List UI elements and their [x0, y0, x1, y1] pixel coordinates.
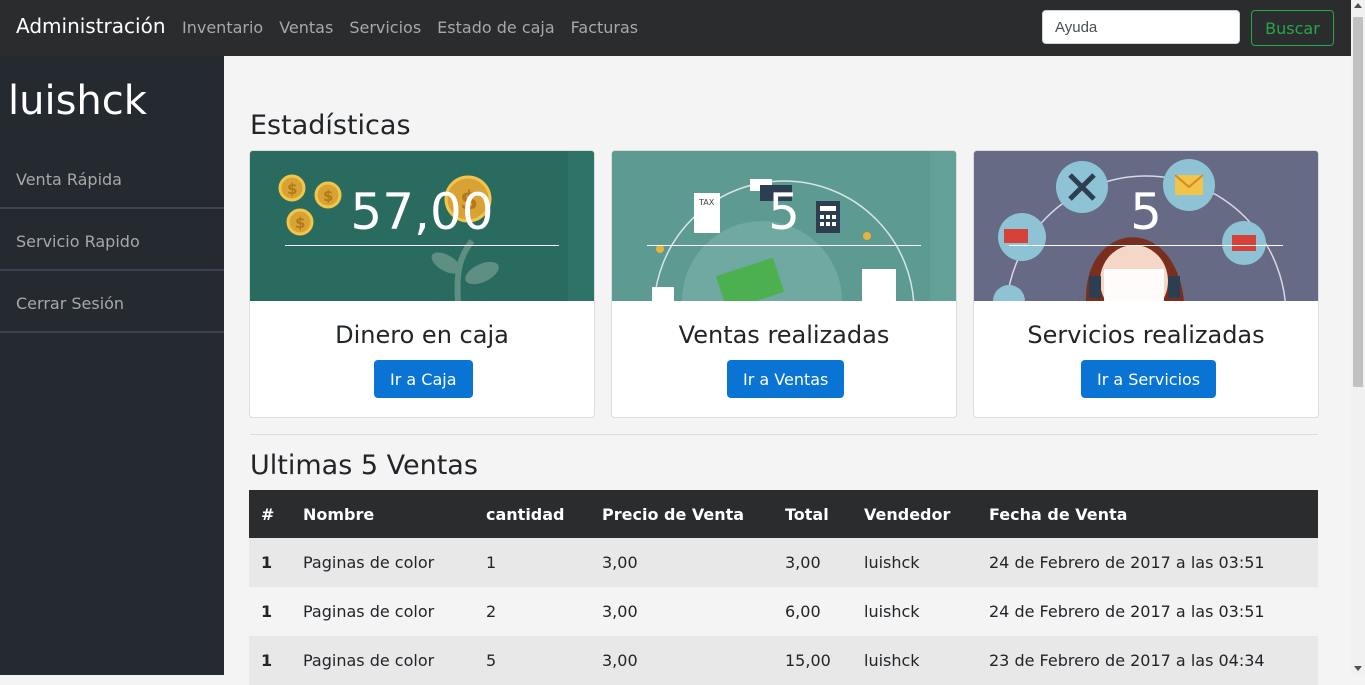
cell-vendedor: luishck	[864, 602, 920, 621]
nav-ventas[interactable]: Ventas	[279, 18, 333, 37]
main-nav: Inventario Ventas Servicios Estado de ca…	[182, 18, 638, 37]
column-header-fecha-venta: Fecha de Venta	[989, 505, 1128, 524]
cell-cantidad: 2	[486, 602, 497, 621]
cell-vendedor: luishck	[864, 553, 920, 572]
sidebar-username: luishck	[8, 78, 147, 124]
top-navbar: Administración Inventario Ventas Servici…	[0, 0, 1351, 56]
column-header-nombre: Nombre	[303, 505, 375, 524]
table-header: # Nombre cantidad Precio de Venta Total …	[249, 490, 1318, 538]
divider-line	[285, 245, 559, 246]
cell-fecha: 23 de Febrero de 2017 a las 04:34	[989, 651, 1265, 670]
column-header-number: #	[261, 505, 275, 524]
cell-precio: 3,00	[602, 553, 638, 572]
scroll-up-icon[interactable]	[1354, 3, 1362, 8]
table-row: 1 Paginas de color 5 3,00 15,00 luishck …	[249, 636, 1318, 685]
card-title: Servicios realizadas	[1027, 321, 1265, 349]
card-title: Ventas realizadas	[678, 321, 890, 349]
table-row: 1 Paginas de color 1 3,00 3,00 luishck 2…	[249, 538, 1318, 587]
sidebar-item-label: Venta Rápida	[16, 170, 122, 189]
column-header-total: Total	[785, 505, 829, 524]
sidebar-item-label: Servicio Rapido	[16, 232, 140, 251]
divider-line	[647, 245, 921, 246]
column-header-cantidad: cantidad	[486, 505, 565, 524]
vertical-scrollbar[interactable]	[1351, 0, 1365, 675]
card-ventas-realizadas: TAX 5 Ventas realizadas Ir a Ventas	[611, 150, 957, 418]
nav-estado-de-caja[interactable]: Estado de caja	[437, 18, 555, 37]
sidebar-item-venta-rapida[interactable]: Venta Rápida	[0, 148, 224, 209]
sales-table: # Nombre cantidad Precio de Venta Total …	[249, 490, 1318, 685]
column-header-precio-venta: Precio de Venta	[602, 505, 745, 524]
cell-cantidad: 5	[486, 651, 497, 670]
cell-vendedor: luishck	[864, 651, 920, 670]
nav-facturas[interactable]: Facturas	[571, 18, 638, 37]
divider-line	[1009, 245, 1283, 246]
scrollbar-thumb[interactable]	[1353, 17, 1363, 387]
sidebar-item-cerrar-sesion[interactable]: Cerrar Sesión	[0, 272, 224, 333]
go-to-servicios-button[interactable]: Ir a Servicios	[1081, 360, 1217, 398]
brand-link[interactable]: Administración	[16, 14, 166, 38]
cell-total: 6,00	[785, 602, 821, 621]
cell-nombre: Paginas de color	[303, 553, 435, 572]
cell-precio: 3,00	[602, 651, 638, 670]
nav-inventario[interactable]: Inventario	[182, 18, 263, 37]
search-input[interactable]	[1042, 10, 1240, 44]
cell-fecha: 24 de Febrero de 2017 a las 03:51	[989, 553, 1265, 572]
cell-cantidad: 1	[486, 553, 497, 572]
services-count: 5	[1130, 183, 1162, 241]
cell-nombre: Paginas de color	[303, 651, 435, 670]
search-button[interactable]: Buscar	[1251, 10, 1334, 46]
cell-total: 15,00	[785, 651, 831, 670]
card-dinero-en-caja: $ $ $ $ 57,00 Dinero en caja Ir a Caja	[249, 150, 595, 418]
nav-servicios[interactable]: Servicios	[349, 18, 421, 37]
go-to-ventas-button[interactable]: Ir a Ventas	[727, 360, 845, 398]
cell-fecha: 24 de Febrero de 2017 a las 03:51	[989, 602, 1265, 621]
sidebar-item-servicio-rapido[interactable]: Servicio Rapido	[0, 210, 224, 271]
go-to-caja-button[interactable]: Ir a Caja	[374, 360, 473, 398]
cell-number: 1	[261, 602, 273, 621]
card-servicios-realizadas: 5 Servicios realizadas Ir a Servicios	[973, 150, 1319, 418]
section-divider	[250, 434, 1318, 435]
sales-count: 5	[768, 183, 800, 241]
scroll-down-icon[interactable]	[1354, 666, 1362, 671]
latest-sales-heading: Ultimas 5 Ventas	[250, 450, 478, 481]
sidebar-item-label: Cerrar Sesión	[16, 294, 125, 313]
cash-amount: 57,00	[350, 183, 494, 241]
table-row: 1 Paginas de color 2 3,00 6,00 luishck 2…	[249, 587, 1318, 636]
card-title: Dinero en caja	[335, 321, 509, 349]
cell-nombre: Paginas de color	[303, 602, 435, 621]
cell-number: 1	[261, 651, 273, 670]
cell-number: 1	[261, 553, 273, 572]
sidebar: luishck Venta Rápida Servicio Rapido Cer…	[0, 56, 224, 675]
stats-heading: Estadísticas	[250, 110, 411, 141]
cell-precio: 3,00	[602, 602, 638, 621]
cell-total: 3,00	[785, 553, 821, 572]
column-header-vendedor: Vendedor	[864, 505, 951, 524]
